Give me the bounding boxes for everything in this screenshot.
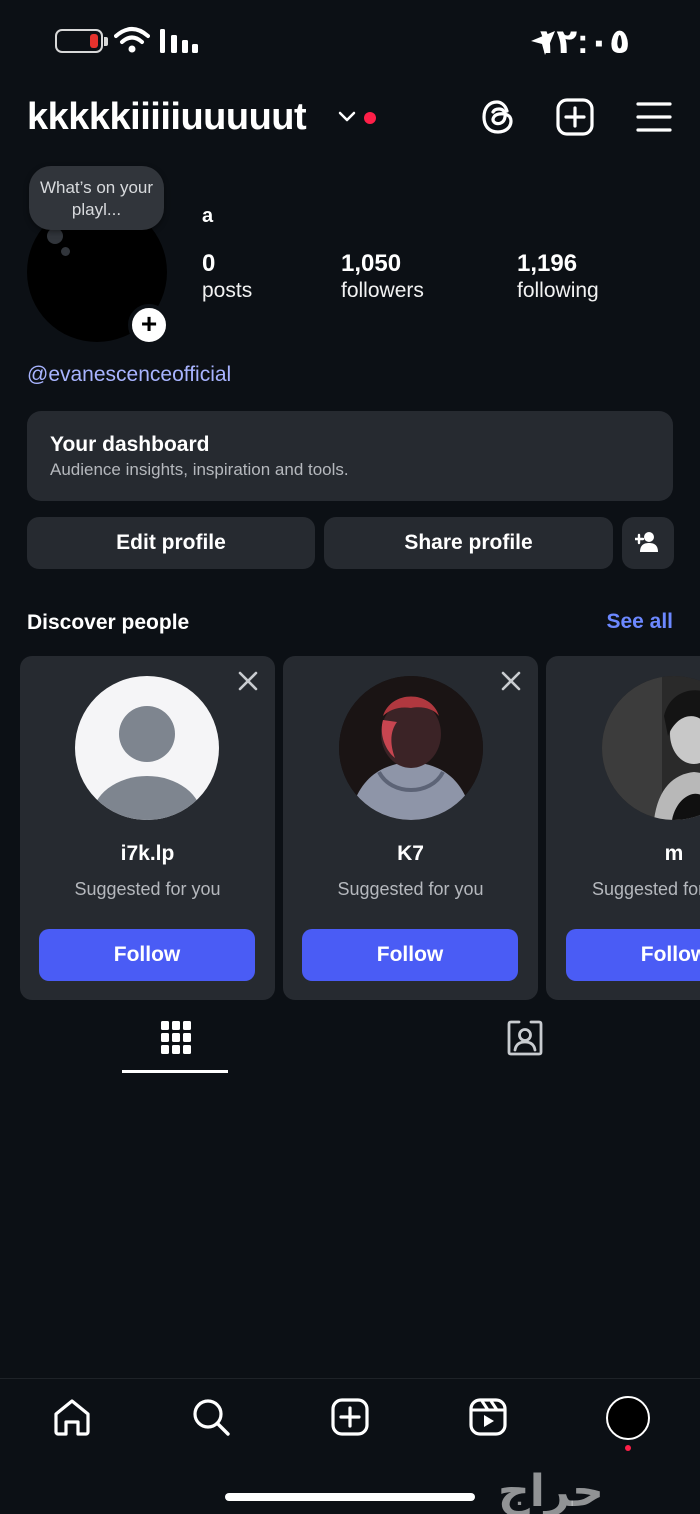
- suggestion-card[interactable]: i7k.lp Suggested for you Follow: [20, 656, 275, 1000]
- notification-dot: [364, 112, 376, 124]
- note-bubble-tail: [47, 228, 63, 244]
- see-all-link[interactable]: See all: [606, 610, 673, 634]
- dashboard-subtitle: Audience insights, inspiration and tools…: [50, 460, 349, 479]
- menu-icon[interactable]: [636, 101, 672, 133]
- home-indicator: [225, 1493, 475, 1501]
- add-person-icon: [633, 532, 658, 552]
- create-icon[interactable]: [331, 1398, 369, 1436]
- suggestion-subtitle: Suggested for you: [337, 879, 484, 899]
- close-icon[interactable]: [498, 668, 524, 694]
- suggestion-name[interactable]: m: [602, 842, 700, 866]
- grid-icon[interactable]: [160, 1020, 192, 1056]
- share-profile-button[interactable]: Share profile: [324, 517, 613, 569]
- dashboard-card[interactable]: Your dashboard Audience insights, inspir…: [27, 411, 673, 501]
- profile-tab-dot: [625, 1445, 631, 1451]
- posts-label[interactable]: posts: [202, 279, 252, 303]
- close-icon[interactable]: [235, 668, 261, 694]
- follow-button[interactable]: Follow: [302, 929, 518, 981]
- suggestion-name[interactable]: i7k.lp: [20, 842, 275, 866]
- status-time: ١٢:٠٥: [535, 23, 630, 61]
- edit-profile-button[interactable]: Edit profile: [27, 517, 315, 569]
- suggestion-subtitle: Suggested for you: [74, 879, 221, 899]
- create-post-icon[interactable]: [556, 98, 594, 136]
- note-bubble-tail-small: [61, 247, 70, 256]
- suggestion-avatar[interactable]: [602, 676, 700, 820]
- cellular-signal-icon: [160, 29, 198, 53]
- tagged-icon[interactable]: [506, 1019, 544, 1057]
- chevron-down-icon[interactable]: [337, 110, 357, 124]
- discover-people-button[interactable]: [622, 517, 674, 569]
- watermark-logo: حراج: [498, 1466, 604, 1514]
- follow-button[interactable]: Follow: [566, 929, 700, 981]
- active-tab-indicator: [122, 1070, 228, 1073]
- following-label[interactable]: following: [517, 279, 599, 303]
- home-icon[interactable]: [52, 1397, 92, 1437]
- default-avatar-icon: [92, 706, 202, 820]
- reels-icon[interactable]: [469, 1398, 507, 1436]
- add-story-button[interactable]: +: [128, 304, 170, 346]
- followers-label[interactable]: followers: [341, 279, 424, 303]
- following-count[interactable]: 1,196: [517, 250, 577, 278]
- status-bar: ١٢:٠٥: [0, 0, 700, 80]
- suggestion-avatar[interactable]: [75, 676, 219, 820]
- profile-photo-icon: [602, 676, 700, 820]
- suggestion-card[interactable]: m Suggested for you Follow: [546, 656, 700, 1000]
- bio-link[interactable]: @evanescenceofficial: [27, 363, 231, 387]
- account-switcher-username[interactable]: kkkkkiiiiiuuuuut: [27, 96, 307, 139]
- note-bubble[interactable]: What’s on your playl...: [29, 166, 164, 230]
- profile-tab-avatar[interactable]: [606, 1396, 650, 1440]
- dashboard-title: Your dashboard: [50, 433, 210, 456]
- wifi-icon: [114, 27, 150, 53]
- follow-button[interactable]: Follow: [39, 929, 255, 981]
- suggestion-avatar[interactable]: [339, 676, 483, 820]
- battery-low-icon: [55, 29, 108, 53]
- posts-count[interactable]: 0: [202, 250, 215, 278]
- suggestion-card[interactable]: K7 Suggested for you Follow: [283, 656, 538, 1000]
- profile-photo-icon: [339, 676, 483, 820]
- search-icon[interactable]: [191, 1397, 231, 1437]
- discover-people-title: Discover people: [27, 611, 190, 634]
- followers-count[interactable]: 1,050: [341, 250, 401, 278]
- display-name: a: [202, 205, 214, 227]
- threads-icon[interactable]: [478, 97, 518, 137]
- suggestion-name[interactable]: K7: [283, 842, 538, 866]
- suggestion-subtitle: Suggested for you: [592, 879, 700, 899]
